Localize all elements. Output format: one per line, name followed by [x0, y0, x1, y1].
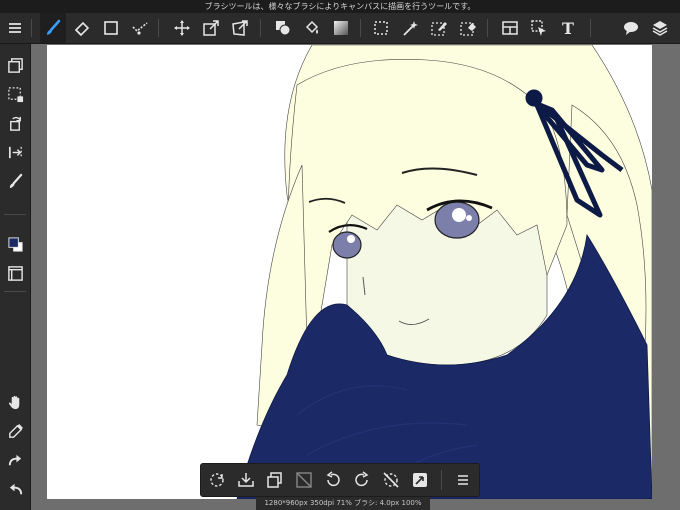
fill-icon	[276, 21, 291, 36]
color-button[interactable]	[2, 231, 28, 257]
selection-icon	[7, 86, 23, 102]
layer-move-icon	[531, 20, 546, 36]
eraser-icon	[74, 21, 90, 37]
shape-tool-button[interactable]	[98, 13, 124, 43]
gradient-tool-button[interactable]	[328, 13, 354, 43]
deform-icon	[232, 20, 248, 36]
copy-button[interactable]	[262, 467, 288, 493]
select-eraser-icon	[460, 22, 476, 36]
brush-icon	[47, 19, 61, 35]
toolbar-divider	[590, 19, 591, 37]
flip-off-button[interactable]	[378, 467, 404, 493]
copy-icon	[267, 472, 282, 488]
menu-button[interactable]	[2, 13, 28, 43]
flip-off-icon	[383, 472, 399, 488]
brush-size-icon	[9, 173, 22, 188]
brush-tool-button[interactable]	[40, 13, 66, 43]
toolbar-divider	[260, 19, 261, 37]
rotate-layer-icon	[9, 116, 21, 131]
menu-icon	[458, 475, 468, 485]
select-rect-button[interactable]	[368, 13, 394, 43]
invert-button[interactable]	[291, 467, 317, 493]
layer-move-button[interactable]	[526, 13, 552, 43]
magic-wand-icon	[403, 21, 418, 36]
rotate-right-icon	[355, 471, 369, 487]
bucket-tool-button[interactable]	[299, 13, 325, 43]
snap-tool-button[interactable]	[127, 13, 153, 43]
frame-icon	[502, 21, 518, 35]
bucket-icon	[305, 20, 319, 34]
magic-wand-button[interactable]	[397, 13, 423, 43]
toolbar-divider	[158, 19, 159, 37]
toolbar-divider	[4, 214, 26, 215]
frame-tool-button[interactable]	[497, 13, 523, 43]
toolbar-divider	[487, 19, 488, 37]
snap-icon	[132, 22, 148, 35]
toolbar-divider	[31, 19, 32, 37]
snap-toggle-button[interactable]	[407, 467, 433, 493]
clear-selection-button[interactable]	[233, 467, 259, 493]
hand-icon	[8, 395, 19, 409]
redo-button[interactable]	[2, 447, 28, 473]
deselect-button[interactable]	[204, 467, 230, 493]
layer-copy-button[interactable]	[2, 52, 28, 78]
status-bar: ブラシツールは、様々なブラシによりキャンバスに描画を行うツールです。	[0, 0, 680, 13]
layers-icon	[652, 21, 668, 36]
selection-button[interactable]	[2, 81, 28, 107]
undo-icon	[9, 483, 22, 494]
deform-tool-button[interactable]	[227, 13, 253, 43]
left-toolbar	[0, 44, 31, 510]
toolbar-divider	[360, 19, 361, 37]
rotate-right-button[interactable]	[349, 467, 375, 493]
transform-icon	[203, 20, 219, 36]
fill-tool-button[interactable]	[270, 13, 296, 43]
gradient-icon	[334, 21, 348, 35]
bottom-toolbar	[200, 463, 480, 497]
hand-button[interactable]	[2, 389, 28, 415]
snap-toggle-icon	[413, 473, 427, 487]
top-toolbar: T	[0, 13, 680, 44]
panel-icon	[7, 265, 23, 281]
panel-button[interactable]	[2, 260, 28, 286]
text-tool-button[interactable]: T	[555, 13, 581, 43]
select-pen-icon	[431, 22, 447, 36]
rotate-left-button[interactable]	[320, 467, 346, 493]
move-tool-button[interactable]	[169, 13, 195, 43]
transform-tool-button[interactable]	[198, 13, 224, 43]
menu-icon	[9, 23, 21, 33]
tool-hint: ブラシツールは、様々なブラシによりキャンバスに描画を行うツールです。	[204, 2, 476, 11]
layers-button[interactable]	[647, 13, 673, 43]
toolbar-divider	[441, 470, 442, 490]
more-menu-button[interactable]	[450, 467, 476, 493]
deselect-icon	[210, 473, 224, 487]
artwork	[236, 45, 652, 499]
text-icon: T	[562, 18, 574, 38]
select-pen-button[interactable]	[426, 13, 452, 43]
drawing-canvas[interactable]	[47, 45, 652, 499]
eraser-tool-button[interactable]	[69, 13, 95, 43]
select-rect-icon	[374, 21, 388, 35]
balloon-icon	[624, 22, 638, 35]
brush-size-button[interactable]	[2, 168, 28, 194]
rectangle-icon	[104, 21, 118, 35]
invert-icon	[296, 472, 312, 488]
layer-copy-icon	[7, 57, 23, 73]
rotate-left-icon	[326, 471, 340, 487]
canvas-info-bar: 1280*960px 350dpi 71% ブラシ: 4.0px 100%	[256, 497, 430, 510]
flip-button[interactable]	[2, 139, 28, 165]
flip-icon	[8, 146, 22, 158]
move-icon	[174, 20, 190, 36]
eyedropper-icon	[8, 423, 23, 438]
toolbar-divider	[4, 291, 26, 292]
select-eraser-button[interactable]	[455, 13, 481, 43]
undo-button[interactable]	[2, 476, 28, 502]
eyedropper-button[interactable]	[2, 418, 28, 444]
clear-selection-icon	[238, 473, 254, 487]
rotate-layer-button[interactable]	[2, 110, 28, 136]
color-icon	[7, 236, 23, 252]
canvas-info: 1280*960px 350dpi 71% ブラシ: 4.0px 100%	[264, 499, 422, 507]
redo-icon	[8, 454, 21, 465]
balloon-tool-button[interactable]	[618, 13, 644, 43]
